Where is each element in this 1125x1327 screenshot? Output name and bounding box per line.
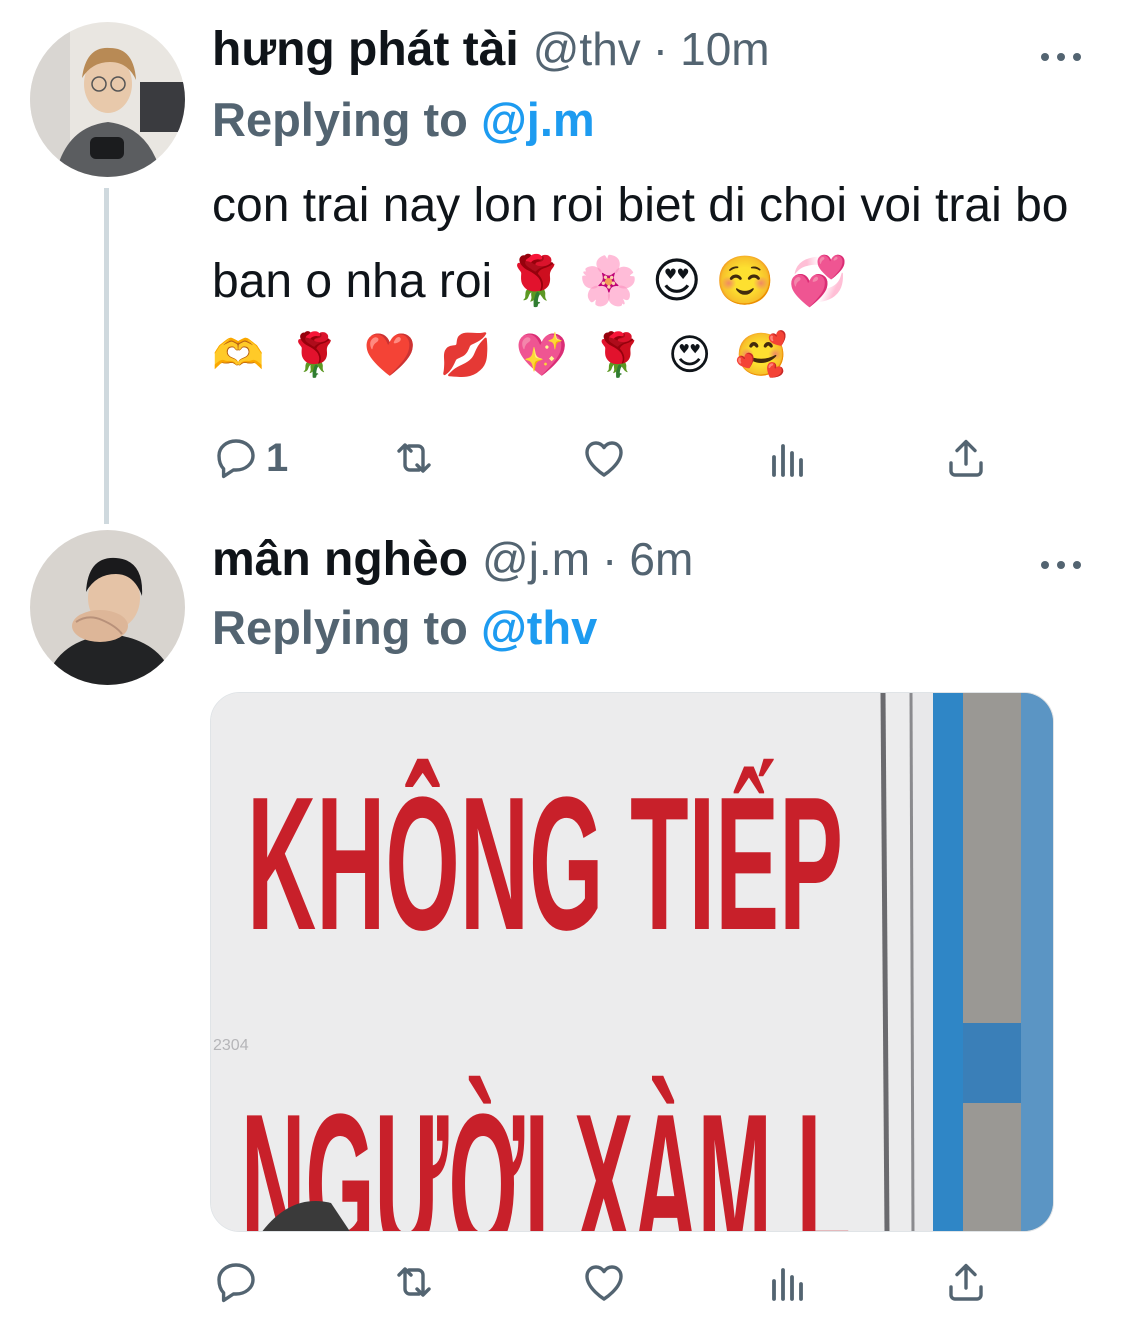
tweet-actions bbox=[212, 1252, 1012, 1312]
replying-prefix: Replying to bbox=[212, 601, 468, 654]
replying-mention[interactable]: @j.m bbox=[481, 93, 595, 146]
avatar-image-thv bbox=[30, 22, 185, 177]
tweet-text: con trai nay lon roi biet di choi voi tr… bbox=[212, 179, 1069, 308]
tweet-header: hưng phát tài @thv · 10m bbox=[212, 22, 770, 82]
views-button[interactable] bbox=[764, 428, 812, 488]
replying-to-line: Replying to @j.m bbox=[212, 92, 595, 147]
views-icon bbox=[772, 444, 803, 477]
share-icon bbox=[949, 1263, 983, 1301]
replying-mention[interactable]: @thv bbox=[481, 601, 597, 654]
like-button[interactable] bbox=[580, 1252, 628, 1312]
tweet-actions: 1 bbox=[212, 428, 1012, 488]
more-dot bbox=[1057, 53, 1065, 61]
user-handle[interactable]: @j.m bbox=[482, 532, 590, 586]
views-button[interactable] bbox=[764, 1252, 812, 1312]
reply-count: 1 bbox=[266, 435, 289, 480]
display-name[interactable]: mân nghèo bbox=[212, 532, 468, 587]
more-dot bbox=[1041, 53, 1049, 61]
retweet-icon bbox=[397, 443, 431, 473]
like-button[interactable] bbox=[580, 428, 628, 488]
retweet-button[interactable] bbox=[390, 1252, 438, 1312]
image-watermark: 2304 bbox=[213, 1037, 249, 1054]
sign-photo: KHÔNG TIẾP NGƯỜI XÀM L 2304 bbox=[211, 693, 1053, 1231]
display-name[interactable]: hưng phát tài bbox=[212, 22, 519, 77]
tweet-2[interactable]: mân nghèo @j.m · 6m Replying to @thv KHÔ… bbox=[0, 520, 1125, 1327]
share-button[interactable] bbox=[942, 1252, 990, 1312]
retweet-icon bbox=[397, 1267, 431, 1297]
separator-dot: · bbox=[602, 533, 618, 585]
more-icon[interactable] bbox=[1041, 558, 1081, 572]
tweet-1[interactable]: hưng phát tài @thv · 10m Replying to @j.… bbox=[0, 0, 1125, 524]
tweet-media-image[interactable]: KHÔNG TIẾP NGƯỜI XÀM L 2304 bbox=[210, 692, 1054, 1232]
share-icon bbox=[949, 439, 983, 477]
more-dot bbox=[1073, 561, 1081, 569]
more-dot bbox=[1057, 561, 1065, 569]
like-icon bbox=[585, 1265, 623, 1301]
timestamp[interactable]: 6m bbox=[629, 532, 693, 586]
user-handle[interactable]: @thv bbox=[533, 22, 641, 76]
more-dot bbox=[1073, 53, 1081, 61]
reply-button[interactable] bbox=[212, 1252, 260, 1312]
retweet-button[interactable] bbox=[390, 428, 438, 488]
avatar-image-jm bbox=[30, 530, 185, 685]
reply-button[interactable]: 1 bbox=[212, 428, 288, 488]
tweet-header: mân nghèo @j.m · 6m bbox=[212, 532, 693, 592]
tweet-emoji-line: 🫶 🌹 ❤️ 💋 💖 🌹 😍 🥰 bbox=[212, 331, 794, 378]
separator-dot: · bbox=[652, 23, 669, 75]
avatar[interactable] bbox=[30, 530, 185, 685]
replying-to-line: Replying to @thv bbox=[212, 600, 597, 655]
reply-icon bbox=[217, 1263, 255, 1303]
timestamp[interactable]: 10m bbox=[680, 22, 769, 76]
share-button[interactable] bbox=[942, 428, 990, 488]
more-dot bbox=[1041, 561, 1049, 569]
reply-icon bbox=[217, 439, 255, 479]
more-icon[interactable] bbox=[1041, 50, 1081, 64]
avatar[interactable] bbox=[30, 22, 185, 177]
thread-connector-line bbox=[104, 188, 109, 524]
sign-text-line1: KHÔNG TIẾP bbox=[247, 758, 843, 970]
like-icon bbox=[585, 441, 623, 477]
views-icon bbox=[772, 1268, 803, 1301]
replying-prefix: Replying to bbox=[212, 93, 468, 146]
